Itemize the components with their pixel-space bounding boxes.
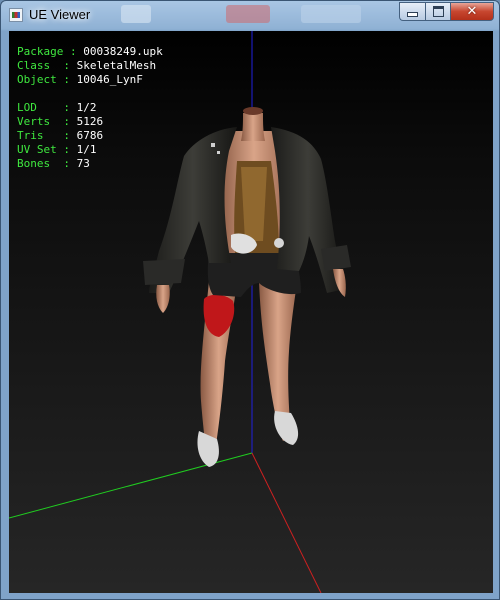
- info-value: 00038249.upk: [83, 45, 163, 58]
- info-label: Package: [17, 45, 64, 58]
- jacket-badge: [274, 238, 284, 248]
- info-row-class: Class : SkeletalMesh: [17, 59, 157, 72]
- info-value: SkeletalMesh: [76, 59, 157, 72]
- right-cuff: [321, 245, 351, 271]
- info-value: 5126: [76, 115, 104, 128]
- head-cutoff: [243, 107, 263, 115]
- maximize-icon: [432, 6, 444, 17]
- info-value: 73: [76, 157, 90, 170]
- background-blur: [121, 5, 151, 23]
- info-value: 10046_LynF: [76, 73, 143, 86]
- background-blur: [301, 5, 361, 23]
- jacket-stud: [217, 151, 220, 154]
- close-icon: ✕: [466, 4, 478, 19]
- info-label: Tris: [17, 129, 64, 142]
- 3d-viewport[interactable]: Package : 00038249.upk Class : SkeletalM…: [9, 31, 493, 593]
- info-label: LOD: [17, 101, 64, 114]
- left-cuff: [143, 259, 185, 285]
- right-shoe: [274, 411, 299, 445]
- minimize-button[interactable]: [399, 2, 425, 21]
- neck: [241, 113, 265, 141]
- info-value: 1/2: [76, 101, 97, 114]
- minimize-icon: [407, 12, 418, 17]
- info-label: Object: [17, 73, 64, 86]
- maximize-button[interactable]: [425, 2, 450, 21]
- info-label: UV Set: [17, 143, 64, 156]
- ue-viewer-window: UE Viewer ✕ Package: 00038249.upk Class…: [0, 0, 500, 600]
- mesh-info-overlay: Package : 00038249.upk Class : SkeletalM…: [17, 45, 163, 171]
- background-blur: [226, 5, 270, 23]
- jacket-stud: [211, 143, 215, 147]
- info-row-bones: Bones : 73: [17, 157, 90, 170]
- info-row-uvset: UV Set : 1/1: [17, 143, 97, 156]
- info-label: Class: [17, 59, 64, 72]
- info-value: 1/1: [76, 143, 97, 156]
- ue-viewer-app-icon[interactable]: [9, 8, 23, 22]
- info-row-tris: Tris : 6786: [17, 129, 104, 142]
- title-bar[interactable]: UE Viewer ✕: [1, 1, 499, 31]
- caption-buttons: ✕: [399, 2, 494, 21]
- window-title: UE Viewer: [29, 7, 91, 22]
- close-button[interactable]: ✕: [450, 2, 494, 21]
- info-label: Bones: [17, 157, 64, 170]
- info-row-package: Package : 00038249.upk: [17, 45, 163, 58]
- info-value: 6786: [76, 129, 104, 142]
- info-label: Verts: [17, 115, 64, 128]
- top-pattern: [241, 167, 267, 241]
- info-row-object: Object : 10046_LynF: [17, 73, 143, 86]
- left-hand: [156, 285, 170, 313]
- info-row-lod: LOD : 1/2: [17, 101, 97, 114]
- info-row-verts: Verts : 5126: [17, 115, 104, 128]
